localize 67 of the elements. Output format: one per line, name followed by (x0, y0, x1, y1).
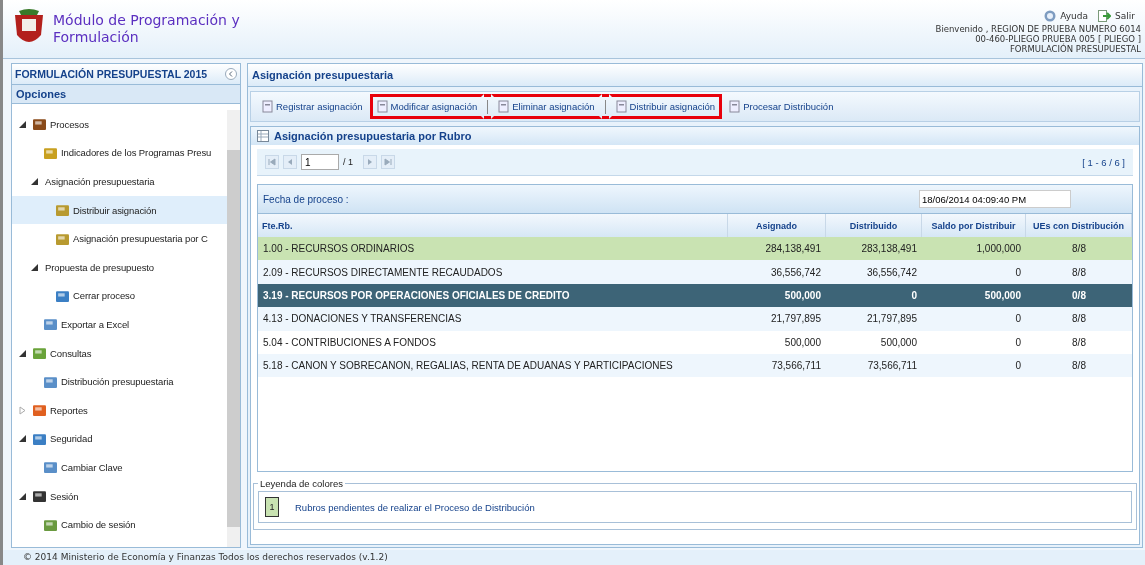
expand-arrow-icon[interactable] (18, 348, 27, 358)
date-label: Fecha de proceso : (263, 193, 349, 205)
table-row[interactable]: 3.19 - RECURSOS POR OPERACIONES OFICIALES DE CREDITO 500,000 0 500,000 0/8 (258, 283, 1132, 308)
user-info: Bienvenido , REGION DE PRUEBA NUMERO 6014 (935, 24, 1141, 34)
tree-item[interactable]: Exportar a Excel (12, 310, 227, 339)
logout-icon[interactable] (1098, 10, 1112, 22)
table-row[interactable]: 1.00 - RECURSOS ORDINARIOS 284,138,491 283,138,491 1,000,000 8/8 (258, 237, 1132, 261)
logout-link[interactable]: Salir (1115, 11, 1135, 21)
document-icon (262, 100, 273, 113)
legend-swatch: 1 (265, 497, 279, 517)
table-row[interactable]: 5.18 - CANON Y SOBRECANON, REGALIAS, RENTA DE ADUANAS Y PARTICIPACIONES 73,566,711 73,566,711 0 8/8 (258, 353, 1132, 378)
tree-item[interactable]: Asignación presupuestaria (12, 167, 227, 196)
app-title: Módulo de Programación y (53, 12, 240, 29)
user-info: FORMULACIÓN PRESUPUESTAL (1008, 44, 1141, 54)
expand-arrow-icon[interactable] (30, 177, 39, 186)
tree-item[interactable]: Cerrar proceso (12, 281, 227, 311)
document-icon (376, 100, 388, 113)
toolbar-button[interactable]: Procesar Distribución (722, 94, 841, 119)
tree-item[interactable]: Cambio de sesión (12, 510, 227, 539)
grid-icon (257, 130, 269, 142)
panel-title: Asignación presupuestaria por Rubro (274, 130, 472, 142)
tree-item[interactable]: Procesos (12, 110, 227, 139)
tree-item[interactable]: Asignación presupuestaria por C (12, 224, 227, 253)
page-total: / 1 (343, 157, 353, 167)
tree-item[interactable]: Seguridad (12, 424, 227, 454)
tree-item[interactable]: Propuesta de presupuesto (12, 252, 227, 282)
date-field[interactable]: 18/06/2014 04:09:40 PM (919, 190, 1071, 208)
tree-item[interactable]: Consultas (12, 338, 227, 368)
document-icon (44, 461, 57, 474)
toolbar-button[interactable]: Registrar asignación (255, 94, 370, 119)
scrollbar[interactable] (227, 110, 240, 547)
folder-icon (33, 347, 46, 360)
footer-text: © 2014 Ministerio de Economía y Finanzas Todos los derechos reservados (v.1.2) (3, 550, 1145, 565)
expand-arrow-icon[interactable] (18, 491, 27, 501)
expand-arrow-icon[interactable] (18, 119, 27, 129)
help-link[interactable]: Ayuda (1060, 11, 1089, 21)
collapse-icon[interactable] (225, 68, 237, 80)
toolbar-button[interactable]: Modificar asignación (369, 94, 485, 119)
app-title: Formulación (53, 29, 140, 46)
tree-item[interactable]: Distribuir asignación (12, 195, 227, 225)
user-info: 00-460-PLIEGO PRUEBA 005 [ PLIEGO ] (974, 34, 1141, 44)
document-icon (729, 100, 741, 113)
table-row[interactable]: 2.09 - RECURSOS DIRECTAMENTE RECAUDADOS 36,556,742 36,556,742 0 8/8 (258, 260, 1132, 284)
legend-title: Leyenda de colores (259, 478, 344, 489)
legend-text: Rubros pendientes de realizar el Proceso de Distribución (295, 501, 535, 513)
toolbar-button[interactable]: Eliminar asignación (491, 94, 602, 119)
tree-item[interactable]: Distribución presupuestaria (12, 367, 227, 396)
document-icon (56, 204, 69, 217)
record-range: [ 1 - 6 / 6 ] (1082, 156, 1125, 168)
tree-item[interactable]: Indicadores de los Programas Presu (12, 138, 227, 168)
table-row[interactable]: 4.13 - DONACIONES Y TRANSFERENCIAS 21,797,895 21,797,895 0 8/8 (258, 307, 1132, 331)
tree-item[interactable]: Cambiar Clave (12, 453, 227, 482)
expand-arrow-icon[interactable] (30, 262, 39, 272)
toolbar-button[interactable]: Distribuir asignación (608, 94, 723, 119)
options-header: Opciones (12, 84, 240, 104)
document-icon (44, 375, 57, 388)
expand-arrow-icon[interactable] (18, 434, 27, 444)
document-icon (615, 100, 627, 113)
tree-item[interactable]: Sesión (12, 481, 227, 511)
folder-icon (33, 118, 46, 131)
document-icon (44, 318, 57, 331)
page-input[interactable]: 1 (301, 154, 339, 170)
sidebar-title: FORMULACIÓN PRESUPUESTAL 2015 (15, 68, 208, 80)
document-icon (498, 100, 510, 113)
tree-item[interactable]: Reportes (12, 395, 227, 425)
panel-title: Asignación presupuestaria (248, 64, 1142, 87)
document-icon (56, 232, 69, 245)
